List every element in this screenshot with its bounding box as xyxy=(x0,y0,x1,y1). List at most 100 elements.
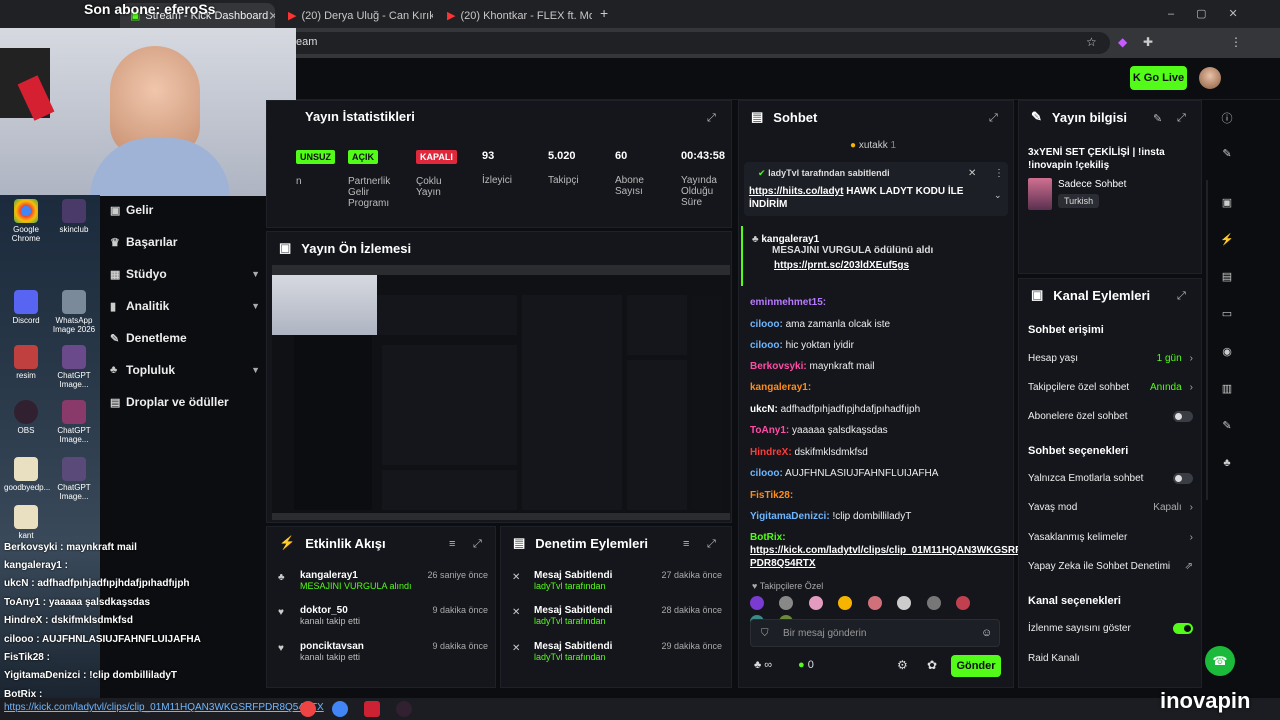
close-icon[interactable]: ✕ xyxy=(268,9,275,23)
chat-username[interactable]: cilooo: xyxy=(750,340,783,351)
desktop-icon-chatgpt-image-1[interactable]: ChatGPT Image... xyxy=(52,345,96,389)
tab-youtube-2[interactable]: ▶ (20) Khontkar - FLEX ft. Motive ✕ xyxy=(437,3,592,28)
desktop-icon-kant[interactable]: kant xyxy=(4,505,48,540)
chat-username[interactable]: BotRix: xyxy=(750,532,786,543)
chat-username[interactable]: cilooo: xyxy=(750,468,783,479)
info-icon[interactable]: ⓘ xyxy=(1218,110,1236,128)
youtube-icon: ▶ xyxy=(288,10,297,22)
chat-text: AUJFHNLASIUJFAHNFLUIJAFHA xyxy=(785,468,939,479)
menu-icon[interactable]: ⋮ xyxy=(1230,35,1242,49)
chat-icon[interactable]: ▭ xyxy=(1218,307,1236,325)
community-icon: ♣ xyxy=(110,364,118,376)
desktop-icon-chrome[interactable]: Google Chrome xyxy=(4,199,48,243)
obs-icon[interactable] xyxy=(396,701,412,717)
sidebar-item-droplar[interactable]: ▤ Droplar ve ödüller xyxy=(110,388,260,416)
chart-icon: ▮ xyxy=(110,300,117,313)
chat-username[interactable]: eminmehmet15: xyxy=(750,297,826,308)
desktop-icon-whatsapp-image[interactable]: WhatsApp Image 2026 xyxy=(52,290,96,334)
expand-icon[interactable]: ⤢ xyxy=(473,538,482,551)
send-button[interactable]: Gönder xyxy=(951,655,1001,677)
desktop-icon-resim[interactable]: resim xyxy=(4,345,48,380)
apps-icon[interactable]: ♣ xyxy=(1218,457,1236,475)
mod-item: ✕ Mesaj Sabitlendi ladyTvl tarafından 28 … xyxy=(512,605,722,626)
desktop-icon-discord[interactable]: Discord xyxy=(4,290,48,325)
desktop-icon-skinclub[interactable]: skinclub xyxy=(52,199,96,234)
gift-icon[interactable]: ✿ xyxy=(927,658,937,672)
window-controls[interactable]: –▢✕ xyxy=(1168,7,1260,20)
edit-icon[interactable]: ✎ xyxy=(1153,112,1162,125)
avatar[interactable] xyxy=(1199,67,1221,89)
expand-icon[interactable]: ⤢ xyxy=(1177,112,1186,125)
chat-username[interactable]: HindreX: xyxy=(750,447,792,458)
sidebar-item-topluluk[interactable]: ♣ Topluluk ▼ xyxy=(110,356,260,384)
wrench-icon[interactable]: ✎ xyxy=(1218,419,1236,437)
emote-bar[interactable] xyxy=(750,596,1000,629)
stream-preview-video[interactable] xyxy=(272,265,730,520)
expand-icon[interactable]: ⤢ xyxy=(989,112,998,125)
chat-input[interactable]: ⛉ Bir mesaj gönderin ☺ xyxy=(750,619,1000,647)
sidebar-item-gelir[interactable]: ▣ Gelir xyxy=(110,196,260,224)
chat-username[interactable]: ToAny1: xyxy=(750,425,789,436)
chat-link[interactable]: https://kick.com/ladytvl/clips/clip_01M1… xyxy=(750,545,1021,556)
follower-chat-row[interactable]: Takipçilere özel sohbet Anında › xyxy=(1028,382,1193,393)
record-icon[interactable]: ◉ xyxy=(1218,345,1236,363)
raid-row[interactable]: Raid Kanalı xyxy=(1028,653,1193,664)
sub-chat-toggle[interactable] xyxy=(1173,411,1193,422)
viewer-count: ♣ ∞ xyxy=(754,659,773,671)
lightning-icon[interactable]: ⚡ xyxy=(1218,233,1236,251)
puzzle-icon[interactable]: ✚ xyxy=(1143,35,1153,49)
taskbar-app-icon[interactable] xyxy=(300,701,316,717)
sidebar-item-studyo[interactable]: ▦ Stüdyo ▼ xyxy=(110,260,260,288)
expand-icon[interactable]: ⤢ xyxy=(1177,290,1186,303)
list-icon[interactable]: ▤ xyxy=(1218,270,1236,288)
chat-username[interactable]: Berkovsyki: xyxy=(750,361,807,372)
desktop-icon-goodbyedp[interactable]: goodbyedp... xyxy=(4,457,50,492)
account-age-row[interactable]: Hesap yaşı 1 gün › xyxy=(1028,353,1193,364)
star-icon[interactable]: ☆ xyxy=(1086,35,1097,49)
expand-icon[interactable]: ⤢ xyxy=(707,112,716,125)
expand-icon[interactable]: ⤢ xyxy=(707,538,716,551)
chat-username[interactable]: ukcN: xyxy=(750,404,778,415)
sidebar-item-analitik[interactable]: ▮ Analitik ▼ xyxy=(110,292,260,320)
url-input[interactable]: eam xyxy=(260,32,1110,54)
feed-item: ♥ ponciktavsan kanalı takip etti 9 dakika… xyxy=(278,641,488,662)
filter-icon[interactable]: ≡ xyxy=(683,538,689,550)
layout-icon[interactable]: ▣ xyxy=(1218,196,1236,214)
sidebar-item-denetleme[interactable]: ✎ Denetleme xyxy=(110,324,260,352)
chat-link[interactable]: PDR8Q54RTX xyxy=(750,558,816,569)
pinned-message[interactable]: ✔ ladyTvl tarafından sabitlendi https://… xyxy=(744,162,1008,216)
show-viewers-toggle[interactable] xyxy=(1173,623,1193,634)
emote-only-toggle[interactable] xyxy=(1173,473,1193,484)
new-tab-button[interactable]: + xyxy=(600,5,608,21)
chrome-icon[interactable] xyxy=(332,701,348,717)
category-name[interactable]: Sadece Sohbet xyxy=(1058,179,1126,190)
sidebar-item-basarilar[interactable]: ♛ Başarılar xyxy=(110,228,260,256)
emoji-icon[interactable]: ☺ xyxy=(981,627,992,639)
chat-username[interactable]: FisTik28: xyxy=(750,490,793,501)
banned-words-row[interactable]: Yasaklanmış kelimeler › xyxy=(1028,532,1193,543)
archive-icon[interactable]: ▥ xyxy=(1218,382,1236,400)
chat-username[interactable]: YigitamaDenizci: xyxy=(750,511,830,522)
overlay-chat-line: YigitamaDenizci : !clip dombilliladyT xyxy=(4,670,177,681)
support-icon[interactable]: ☎ xyxy=(1205,646,1235,676)
extension-icon[interactable]: ◆ xyxy=(1118,35,1127,49)
gear-icon[interactable]: ⚙ xyxy=(897,658,908,672)
desktop-icon-chatgpt-image-2[interactable]: ChatGPT Image... xyxy=(52,400,96,444)
stat-subs: 60 Abone Sayısı xyxy=(615,150,644,197)
ai-mod-row[interactable]: Yapay Zeka ile Sohbet Denetimi ⇗ xyxy=(1028,561,1193,572)
tab-youtube-1[interactable]: ▶ (20) Derya Uluğ - Can Kırıkl ✕ xyxy=(278,3,433,28)
stat-followers: 5.020 Takipçi xyxy=(548,150,579,186)
chat-username[interactable]: cilooo: xyxy=(750,319,783,330)
chat-username[interactable]: kangaleray1: xyxy=(750,382,811,393)
desktop-icon-obs[interactable]: OBS xyxy=(4,400,48,435)
slow-mode-row[interactable]: Yavaş mod Kapalı › xyxy=(1028,502,1193,513)
chevron-down-icon[interactable]: ⌄ xyxy=(994,190,1002,201)
trophy-icon: ♛ xyxy=(110,236,120,249)
filter-icon[interactable]: ≡ xyxy=(449,538,455,550)
go-live-button[interactable]: K Go Live xyxy=(1130,66,1187,90)
taskbar-app-icon[interactable] xyxy=(364,701,380,717)
desktop-icon-chatgpt-image-3[interactable]: ChatGPT Image... xyxy=(52,457,96,501)
edit-icon[interactable]: ✎ xyxy=(1218,147,1236,165)
pin-icon[interactable]: ✕ xyxy=(968,168,976,179)
more-icon[interactable]: ⋮ xyxy=(994,168,1004,179)
